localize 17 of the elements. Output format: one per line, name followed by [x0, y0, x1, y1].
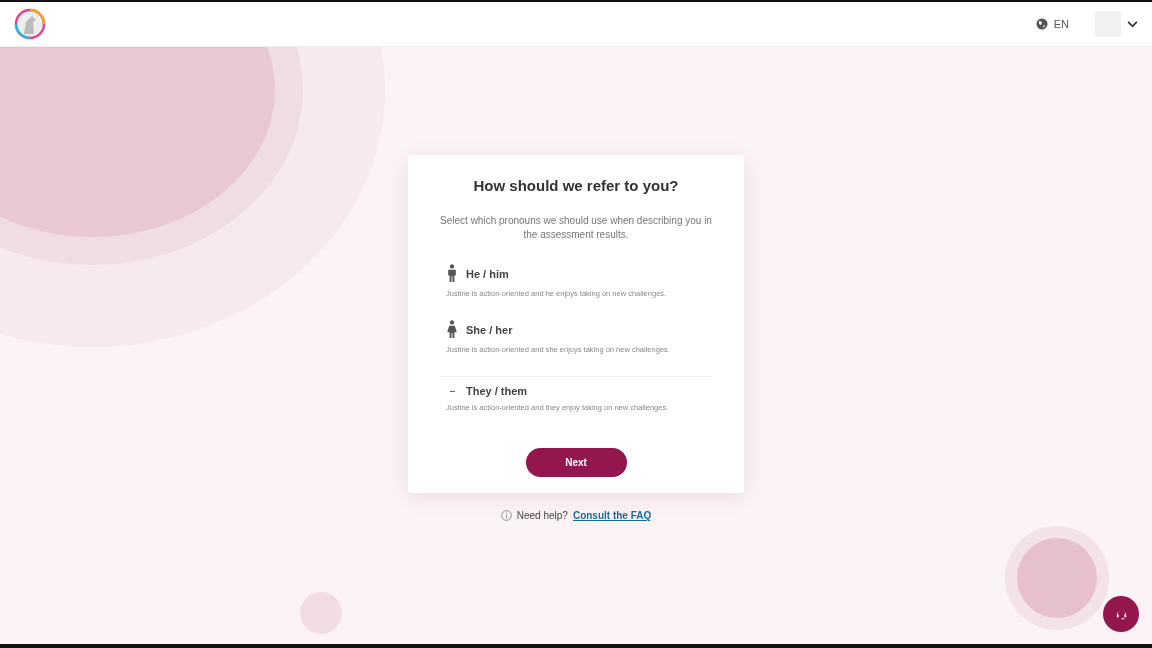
person-icon — [446, 264, 458, 283]
card-title: How should we refer to you? — [472, 177, 680, 194]
intro-text: Select which pronouns we should use when describing you in the assessment results. — [440, 214, 712, 242]
person-icon — [446, 320, 458, 339]
option-label[interactable]: They / them — [466, 385, 528, 397]
headset-button[interactable] — [1103, 596, 1139, 632]
info-icon — [500, 510, 512, 521]
option-label[interactable]: He / him — [466, 267, 509, 280]
option-label[interactable]: She / her — [466, 323, 513, 336]
globe-icon[interactable] — [1035, 18, 1048, 30]
next-button[interactable]: Next — [525, 448, 627, 477]
help-text: Need help? — [516, 510, 568, 521]
faq-link[interactable]: Consult the FAQ — [572, 510, 652, 521]
dash-icon — [450, 390, 455, 392]
horse-logo-icon[interactable] — [14, 8, 46, 40]
chevron-down-icon[interactable] — [1127, 20, 1138, 28]
language-label[interactable]: EN — [1053, 18, 1069, 30]
